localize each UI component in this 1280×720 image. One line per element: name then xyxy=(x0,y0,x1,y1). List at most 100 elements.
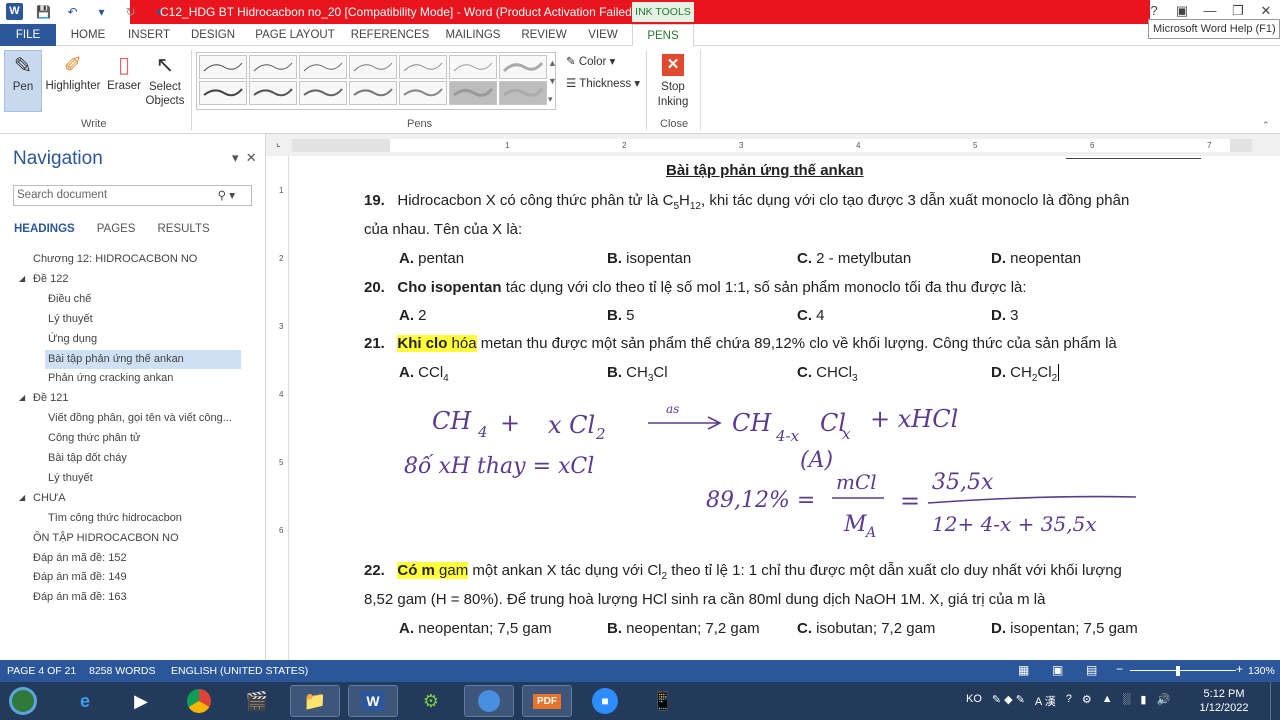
tree-expand-icon[interactable]: ◢ xyxy=(19,393,25,402)
pen-style-10[interactable] xyxy=(299,81,347,105)
movie-maker-icon[interactable]: 🎬 xyxy=(232,685,282,717)
ink-annotation[interactable]: CH 4 + x Cl 2 as CH 4-x Cl x + xHCl (A) … xyxy=(400,395,1180,545)
heading-item[interactable]: Ứng dụng xyxy=(48,330,97,349)
pen-style-11[interactable] xyxy=(349,81,397,105)
heading-item[interactable]: Bài tập phản ứng thế ankan xyxy=(45,349,241,369)
heading-item[interactable]: Bài tập đốt cháy xyxy=(48,449,127,468)
heading-item[interactable]: ÔN TẬP HIDROCACBON NO xyxy=(33,529,179,548)
nav-tab-results[interactable]: RESULTS xyxy=(157,223,209,235)
pdf-app-icon[interactable]: PDF xyxy=(522,685,572,717)
tab-review[interactable]: REVIEW xyxy=(516,24,572,46)
highlighter-button[interactable]: ✐ Highlighter xyxy=(44,50,102,92)
help-button[interactable]: ? xyxy=(1140,1,1168,21)
system-clock[interactable]: 5:12 PM 1/12/2022 xyxy=(1196,687,1252,715)
volume-icon[interactable]: 🔊 xyxy=(1156,693,1170,709)
search-icon[interactable]: ⚲ ▾ xyxy=(218,187,235,206)
select-objects-button[interactable]: ↖ Select Objects xyxy=(144,50,186,108)
tab-insert[interactable]: INSERT xyxy=(122,24,176,46)
chrome-window-icon[interactable] xyxy=(464,685,514,717)
word-taskbar-icon[interactable]: W xyxy=(348,685,398,717)
tab-home[interactable]: HOME xyxy=(64,24,112,46)
word-app-icon[interactable]: W xyxy=(6,3,23,20)
pen-style-2[interactable] xyxy=(249,55,297,79)
language-indicator[interactable]: ENGLISH (UNITED STATES) xyxy=(171,665,308,677)
nav-options-icon[interactable]: ▾ xyxy=(232,150,239,165)
heading-item[interactable]: Đáp án mã đề: 163 xyxy=(33,588,127,607)
read-mode-icon[interactable]: ▦ xyxy=(1018,663,1029,677)
zoom-slider-track[interactable] xyxy=(1130,670,1236,671)
zoom-slider-thumb[interactable] xyxy=(1176,666,1180,676)
pen-style-12[interactable] xyxy=(399,81,447,105)
collapse-ribbon-icon[interactable]: ⌃ xyxy=(1262,120,1270,131)
pen-style-7[interactable] xyxy=(499,55,547,79)
close-button[interactable]: ✕ xyxy=(1252,1,1280,21)
heading-item[interactable]: Tìm công thức hidrocacbon xyxy=(48,509,182,528)
pen-style-13[interactable] xyxy=(449,81,497,105)
minimize-button[interactable]: — xyxy=(1196,1,1224,21)
pen-style-6[interactable] xyxy=(449,55,497,79)
pen-thickness-dropdown[interactable]: ☰ Thickness ▾ xyxy=(566,76,640,90)
zoom-in-icon[interactable]: + xyxy=(1236,662,1243,676)
heading-item[interactable]: Đáp án mã đề: 149 xyxy=(33,568,127,587)
tab-references[interactable]: REFERENCES xyxy=(350,24,430,46)
tab-file[interactable]: FILE xyxy=(0,24,56,46)
pen-style-14[interactable] xyxy=(499,81,547,105)
settings-tray-icon[interactable]: ⚙ xyxy=(1082,693,1092,709)
zoom-out-icon[interactable]: − xyxy=(1116,662,1123,676)
ribbon-display-options-icon[interactable]: ▣ xyxy=(1168,1,1196,21)
show-desktop-button[interactable] xyxy=(1270,682,1280,720)
ime-mode[interactable]: A 漢 xyxy=(1035,693,1056,709)
tab-selector-icon[interactable]: ⌞ xyxy=(276,138,281,149)
horizontal-ruler[interactable]: 1 2 3 4 5 6 7 xyxy=(292,139,1252,152)
undo-dropdown-icon[interactable]: ▾ xyxy=(93,3,110,20)
heading-item[interactable]: Chương 12: HIDROCACBON NO xyxy=(33,250,197,269)
help-tray-icon[interactable]: ? xyxy=(1066,693,1072,709)
heading-item[interactable]: Đề 121 xyxy=(33,389,68,408)
tray-icons[interactable]: ✎ ◆ ✎ xyxy=(992,693,1025,709)
print-layout-icon[interactable]: ▣ xyxy=(1052,663,1063,677)
gallery-scroll[interactable]: ▲ ▼ ▾ xyxy=(548,54,557,108)
heading-item[interactable]: Lý thuyết xyxy=(48,469,93,488)
ime-indicator[interactable]: KO xyxy=(966,693,982,709)
heading-item[interactable]: Đáp án mã đề: 152 xyxy=(33,549,127,568)
tab-design[interactable]: DESIGN xyxy=(186,24,240,46)
battery-icon[interactable]: ▮ xyxy=(1140,693,1146,709)
start-button[interactable] xyxy=(2,685,44,717)
tab-pens[interactable]: PENS xyxy=(632,24,694,47)
redo-icon[interactable]: ↻ xyxy=(122,3,139,20)
app-green-icon[interactable]: ⚙ xyxy=(406,685,456,717)
heading-item[interactable]: CHƯA xyxy=(33,489,66,508)
save-icon[interactable]: 💾 xyxy=(35,3,52,20)
nav-tab-pages[interactable]: PAGES xyxy=(97,223,136,235)
eraser-button[interactable]: ▯ Eraser xyxy=(104,50,144,92)
heading-item[interactable]: Lý thuyết xyxy=(48,310,93,329)
zoom-level[interactable]: 130% xyxy=(1248,665,1275,677)
web-layout-icon[interactable]: ▤ xyxy=(1086,663,1097,677)
tab-page-layout[interactable]: PAGE LAYOUT xyxy=(250,24,340,46)
vertical-ruler[interactable]: 1 2 3 4 5 6 xyxy=(276,156,289,660)
pen-style-5[interactable] xyxy=(399,55,447,79)
tree-expand-icon[interactable]: ◢ xyxy=(19,493,25,502)
chrome-icon[interactable] xyxy=(174,685,224,717)
zoom-app-icon[interactable]: ■ xyxy=(580,685,630,717)
undo-icon[interactable]: ↶ xyxy=(64,3,81,20)
nav-tab-headings[interactable]: HEADINGS xyxy=(14,223,75,235)
pen-color-dropdown[interactable]: ✎ Color ▾ xyxy=(566,54,615,68)
internet-explorer-icon[interactable]: e xyxy=(60,685,110,717)
heading-item[interactable]: Điều chế xyxy=(48,290,91,309)
restore-button[interactable]: ❐ xyxy=(1224,1,1252,21)
phone-app-icon[interactable]: 📱 xyxy=(638,685,688,717)
nav-close-icon[interactable]: ✕ xyxy=(246,150,257,165)
pen-button[interactable]: ✎ Pen xyxy=(4,50,42,112)
tab-mailings[interactable]: MAILINGS xyxy=(440,24,506,46)
pen-style-4[interactable] xyxy=(349,55,397,79)
file-explorer-icon[interactable]: 📁 xyxy=(290,685,340,717)
heading-item[interactable]: Phản ứng cracking ankan xyxy=(48,369,173,388)
pen-style-8[interactable] xyxy=(199,81,247,105)
stop-inking-button[interactable]: ✕ Stop Inking xyxy=(652,54,694,110)
page-count[interactable]: PAGE 4 OF 21 xyxy=(7,665,76,677)
pen-style-9[interactable] xyxy=(249,81,297,105)
tree-expand-icon[interactable]: ◢ xyxy=(19,274,25,283)
heading-item[interactable]: Công thức phân tử xyxy=(48,429,140,448)
pen-style-1[interactable] xyxy=(199,55,247,79)
